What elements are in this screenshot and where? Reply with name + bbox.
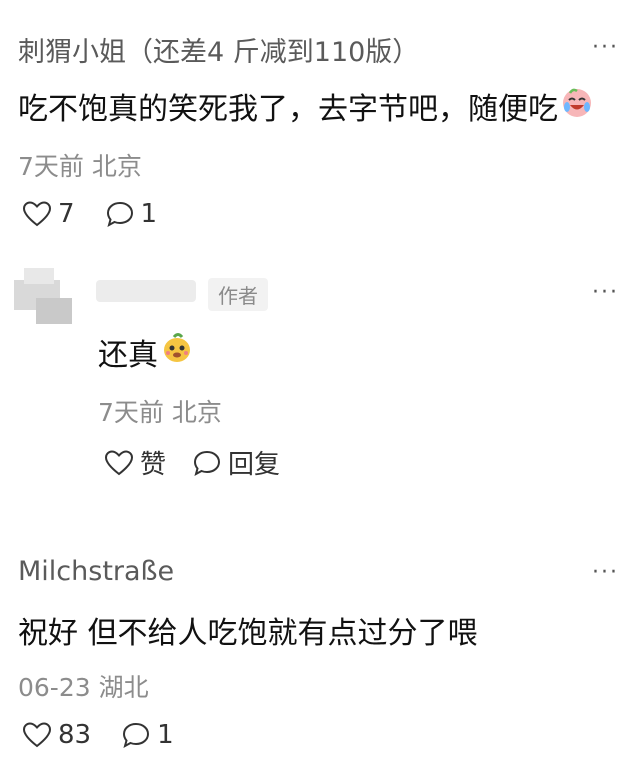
- reply-text-row: 还真: [98, 330, 194, 374]
- comment-1-more-button[interactable]: ···: [592, 35, 619, 60]
- comment-1-reply-button[interactable]: 1: [105, 199, 158, 229]
- heart-icon: [22, 722, 52, 748]
- reply-actions: 赞 回复: [104, 444, 280, 481]
- heart-icon: [22, 201, 52, 227]
- comment-3-reply-count: 1: [157, 720, 174, 750]
- crying-laughing-face-emoji-icon: [560, 85, 594, 127]
- reply-time: 7天前: [98, 398, 164, 427]
- comment-3-more-button[interactable]: ···: [592, 560, 619, 585]
- comment-1-time: 7天前: [18, 152, 84, 181]
- smirking-fruit-face-emoji-icon: [160, 331, 194, 373]
- comment-1-meta: 7天前 北京: [18, 147, 142, 183]
- comment-3-time: 06-23: [18, 673, 91, 702]
- comment-3-meta: 06-23 湖北: [18, 668, 149, 704]
- reply-more-button[interactable]: ···: [592, 280, 619, 305]
- comment-3-location: 湖北: [98, 673, 149, 702]
- reply-location: 北京: [171, 398, 222, 427]
- comment-1-text-row: 吃不饱真的笑死我了，去字节吧，随便吃: [18, 84, 594, 128]
- comment-3-actions: 83 1: [22, 720, 174, 750]
- comment-1-reply-count: 1: [140, 199, 158, 229]
- reply-meta: 7天前 北京: [98, 393, 222, 429]
- reply-reply-button[interactable]: 回复: [192, 444, 280, 481]
- comment-bubble-icon: [123, 722, 150, 749]
- author-badge: 作者: [208, 278, 268, 311]
- comment-3-text: 祝好 但不给人吃饱就有点过分了喂: [18, 616, 478, 651]
- comment-1-text: 吃不饱真的笑死我了，去字节吧，随便吃: [18, 92, 558, 127]
- comment-1-like-count: 7: [58, 199, 75, 229]
- comment-1-actions: 7 1: [22, 199, 157, 229]
- comment-3-like-count: 83: [58, 720, 92, 750]
- reply-text: 还真: [98, 338, 158, 373]
- comment-1-location: 北京: [91, 152, 142, 181]
- reply-like-button[interactable]: 赞: [104, 444, 166, 481]
- comment-3-username[interactable]: Milchstraße: [18, 556, 174, 587]
- comment-bubble-icon: [194, 450, 221, 476]
- reply-username-blurred[interactable]: [96, 280, 196, 302]
- reply-reply-label: 回复: [228, 450, 281, 480]
- heart-icon: [104, 449, 134, 475]
- comment-1-like-button[interactable]: 7: [22, 199, 75, 229]
- comment-3-like-button[interactable]: 83: [22, 720, 91, 750]
- comment-3-reply-button[interactable]: 1: [121, 720, 174, 750]
- reply-like-label: 赞: [140, 450, 167, 480]
- avatar[interactable]: [14, 268, 74, 328]
- comment-1-username[interactable]: 刺猬小姐（还差4 斤减到110版）: [18, 30, 419, 69]
- comment-bubble-icon: [106, 201, 133, 228]
